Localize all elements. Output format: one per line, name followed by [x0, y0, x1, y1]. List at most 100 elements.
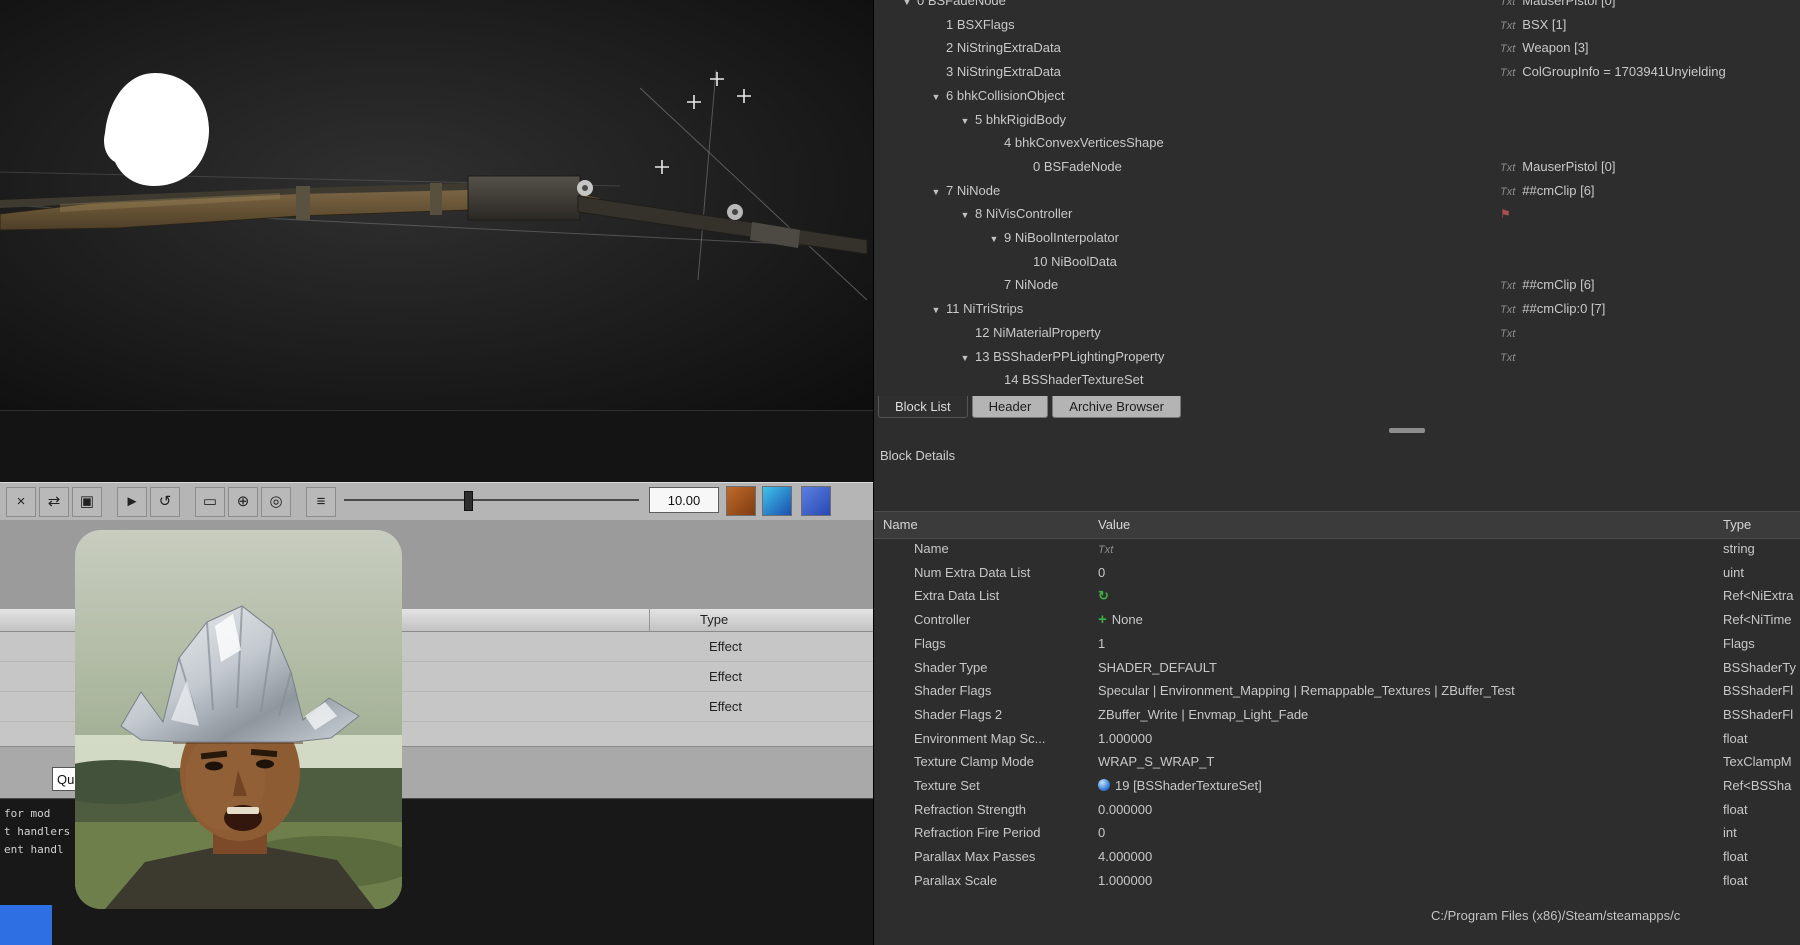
image-swatch-icon[interactable]	[762, 486, 792, 516]
type-column-header[interactable]: Type	[700, 612, 728, 627]
tree-row[interactable]: 4 bhkConvexVerticesShape	[874, 131, 1800, 155]
time-value-input[interactable]	[649, 487, 719, 513]
detail-value[interactable]: 0	[1098, 821, 1105, 845]
tree-row[interactable]: 1 BSXFlagsTxtBSX [1]	[874, 13, 1800, 37]
time-slider[interactable]	[344, 489, 639, 511]
list-tool-icon[interactable]: ≡	[306, 487, 336, 517]
block-value[interactable]: TxtBSX [1]	[1500, 13, 1566, 38]
detail-row[interactable]: Texture Set19 [BSShaderTextureSet]Ref<BS…	[874, 774, 1800, 798]
detail-value[interactable]: 0	[1098, 561, 1105, 585]
block-value[interactable]: Txt##cmClip [6]	[1500, 273, 1595, 298]
detail-value[interactable]: Specular | Environment_Mapping | Remappa…	[1098, 679, 1515, 703]
detail-value[interactable]: WRAP_S_WRAP_T	[1098, 750, 1214, 774]
delete-tool-icon[interactable]: ×	[6, 487, 36, 517]
tree-row[interactable]: ▼0 BSFadeNodeTxtMauserPistol [0]	[874, 0, 1800, 13]
detail-row[interactable]: Shader Flags 2ZBuffer_Write | Envmap_Lig…	[874, 703, 1800, 727]
detail-row[interactable]: Extra Data List↻Ref<NiExtra	[874, 584, 1800, 608]
detail-row[interactable]: Refraction Fire Period0int	[874, 821, 1800, 845]
value-text: MauserPistol [0]	[1522, 159, 1615, 174]
region-tool-icon[interactable]: ▭	[195, 487, 225, 517]
tree-row[interactable]: ▼7 NiNodeTxt##cmClip [6]	[874, 179, 1800, 203]
expand-arrow-icon[interactable]: ▼	[984, 227, 1004, 251]
txt-badge: Txt	[1500, 328, 1515, 340]
name-column-header[interactable]: Name	[883, 512, 918, 538]
detail-name: Refraction Fire Period	[914, 821, 1040, 845]
detail-value[interactable]: 1	[1098, 632, 1105, 656]
tab-archive-browser[interactable]: Archive Browser	[1052, 396, 1181, 418]
detail-row[interactable]: Num Extra Data List0uint	[874, 561, 1800, 585]
detail-row[interactable]: Refraction Strength0.000000float	[874, 798, 1800, 822]
detail-row[interactable]: Shader TypeSHADER_DEFAULTBSShaderTy	[874, 656, 1800, 680]
value-text: WRAP_S_WRAP_T	[1098, 754, 1214, 769]
rotate-tool-icon[interactable]: ↺	[150, 487, 180, 517]
splitter-handle[interactable]	[1389, 428, 1425, 433]
detail-row[interactable]: Controller+NoneRef<NiTime	[874, 608, 1800, 632]
detail-row[interactable]: Shader FlagsSpecular | Environment_Mappi…	[874, 679, 1800, 703]
block-value[interactable]: TxtColGroupInfo = 1703941Unyielding	[1500, 60, 1726, 85]
tree-row[interactable]: ▼11 NiTriStripsTxt##cmClip:0 [7]	[874, 297, 1800, 321]
detail-row[interactable]: Parallax Max Passes4.000000float	[874, 845, 1800, 869]
block-value[interactable]: Txt	[1500, 345, 1522, 370]
tab-header[interactable]: Header	[972, 396, 1049, 418]
tree-row[interactable]: 14 BSShaderTextureSet	[874, 368, 1800, 392]
expand-arrow-icon[interactable]: ▼	[926, 298, 946, 322]
type-column-header[interactable]: Type	[1723, 512, 1751, 538]
detail-row[interactable]: Environment Map Sc...1.000000float	[874, 727, 1800, 751]
expand-arrow-icon[interactable]: ▼	[955, 203, 975, 227]
clone-tool-icon[interactable]: ▣	[72, 487, 102, 517]
detail-value[interactable]: 4.000000	[1098, 845, 1152, 869]
block-name: 4 bhkConvexVerticesShape	[1004, 135, 1164, 150]
tab-block-list[interactable]: Block List	[878, 396, 968, 418]
tree-row[interactable]: 3 NiStringExtraDataTxtColGroupInfo = 170…	[874, 60, 1800, 84]
block-value[interactable]: Txt##cmClip:0 [7]	[1500, 297, 1605, 322]
select-tool-icon[interactable]: ►	[117, 487, 147, 517]
detail-row[interactable]: Flags1Flags	[874, 632, 1800, 656]
detail-value[interactable]: Txt	[1098, 537, 1120, 562]
detail-value[interactable]: 0.000000	[1098, 798, 1152, 822]
value-column-header[interactable]: Value	[1098, 512, 1130, 538]
value-text: SHADER_DEFAULT	[1098, 660, 1217, 675]
pattern-swatch-icon[interactable]	[801, 486, 831, 516]
tree-row[interactable]: 2 NiStringExtraDataTxtWeapon [3]	[874, 36, 1800, 60]
expand-arrow-icon[interactable]: ▼	[926, 85, 946, 109]
tree-row[interactable]: 10 NiBoolData	[874, 250, 1800, 274]
block-value[interactable]: TxtMauserPistol [0]	[1500, 155, 1615, 180]
block-value[interactable]: TxtWeapon [3]	[1500, 36, 1589, 61]
3d-viewport[interactable]	[0, 0, 873, 410]
tree-row[interactable]: ▼5 bhkRigidBody	[874, 108, 1800, 132]
tree-row[interactable]: 7 NiNodeTxt##cmClip [6]	[874, 273, 1800, 297]
detail-row[interactable]: NameTxtstring	[874, 537, 1800, 561]
tree-row[interactable]: ▼8 NiVisController⚑	[874, 202, 1800, 226]
detail-value[interactable]: 1.000000	[1098, 869, 1152, 893]
slider-handle[interactable]	[464, 491, 473, 511]
value-text: None	[1112, 612, 1143, 627]
detail-value[interactable]: 19 [BSShaderTextureSet]	[1098, 774, 1262, 798]
detail-value[interactable]: ↻	[1098, 584, 1114, 608]
detail-name: Parallax Scale	[914, 869, 997, 893]
detail-value[interactable]: SHADER_DEFAULT	[1098, 656, 1217, 680]
tree-row[interactable]: 12 NiMaterialPropertyTxt	[874, 321, 1800, 345]
tree-row[interactable]: 0 BSFadeNode TxtMauserPistol [0]	[874, 155, 1800, 179]
detail-value[interactable]: 1.000000	[1098, 727, 1152, 751]
block-value[interactable]: Txt	[1500, 321, 1522, 346]
expand-arrow-icon[interactable]: ▼	[955, 109, 975, 133]
mirror-tool-icon[interactable]: ⇄	[39, 487, 69, 517]
tree-row[interactable]: ▼13 BSShaderPPLightingPropertyTxt	[874, 345, 1800, 369]
value-text: 0	[1098, 825, 1105, 840]
detail-type: Ref<BSSha	[1723, 774, 1791, 798]
detail-row[interactable]: Parallax Scale1.000000float	[874, 869, 1800, 893]
detail-value[interactable]: ZBuffer_Write | Envmap_Light_Fade	[1098, 703, 1308, 727]
add-node-tool-icon[interactable]: ⊕	[228, 487, 258, 517]
tree-row[interactable]: ▼9 NiBoolInterpolator	[874, 226, 1800, 250]
expand-arrow-icon[interactable]: ▼	[955, 346, 975, 370]
expand-arrow-icon[interactable]: ▼	[926, 180, 946, 204]
block-value[interactable]: ⚑	[1500, 202, 1517, 226]
block-value[interactable]: Txt##cmClip [6]	[1500, 179, 1595, 204]
txt-badge: Txt	[1500, 43, 1515, 55]
detail-row[interactable]: Texture Clamp ModeWRAP_S_WRAP_TTexClampM	[874, 750, 1800, 774]
detail-value[interactable]: +None	[1098, 608, 1143, 632]
texture-swatch-icon[interactable]	[726, 486, 756, 516]
block-name: 0 BSFadeNode	[1033, 159, 1122, 174]
focus-tool-icon[interactable]: ◎	[261, 487, 291, 517]
tree-row[interactable]: ▼6 bhkCollisionObject	[874, 84, 1800, 108]
